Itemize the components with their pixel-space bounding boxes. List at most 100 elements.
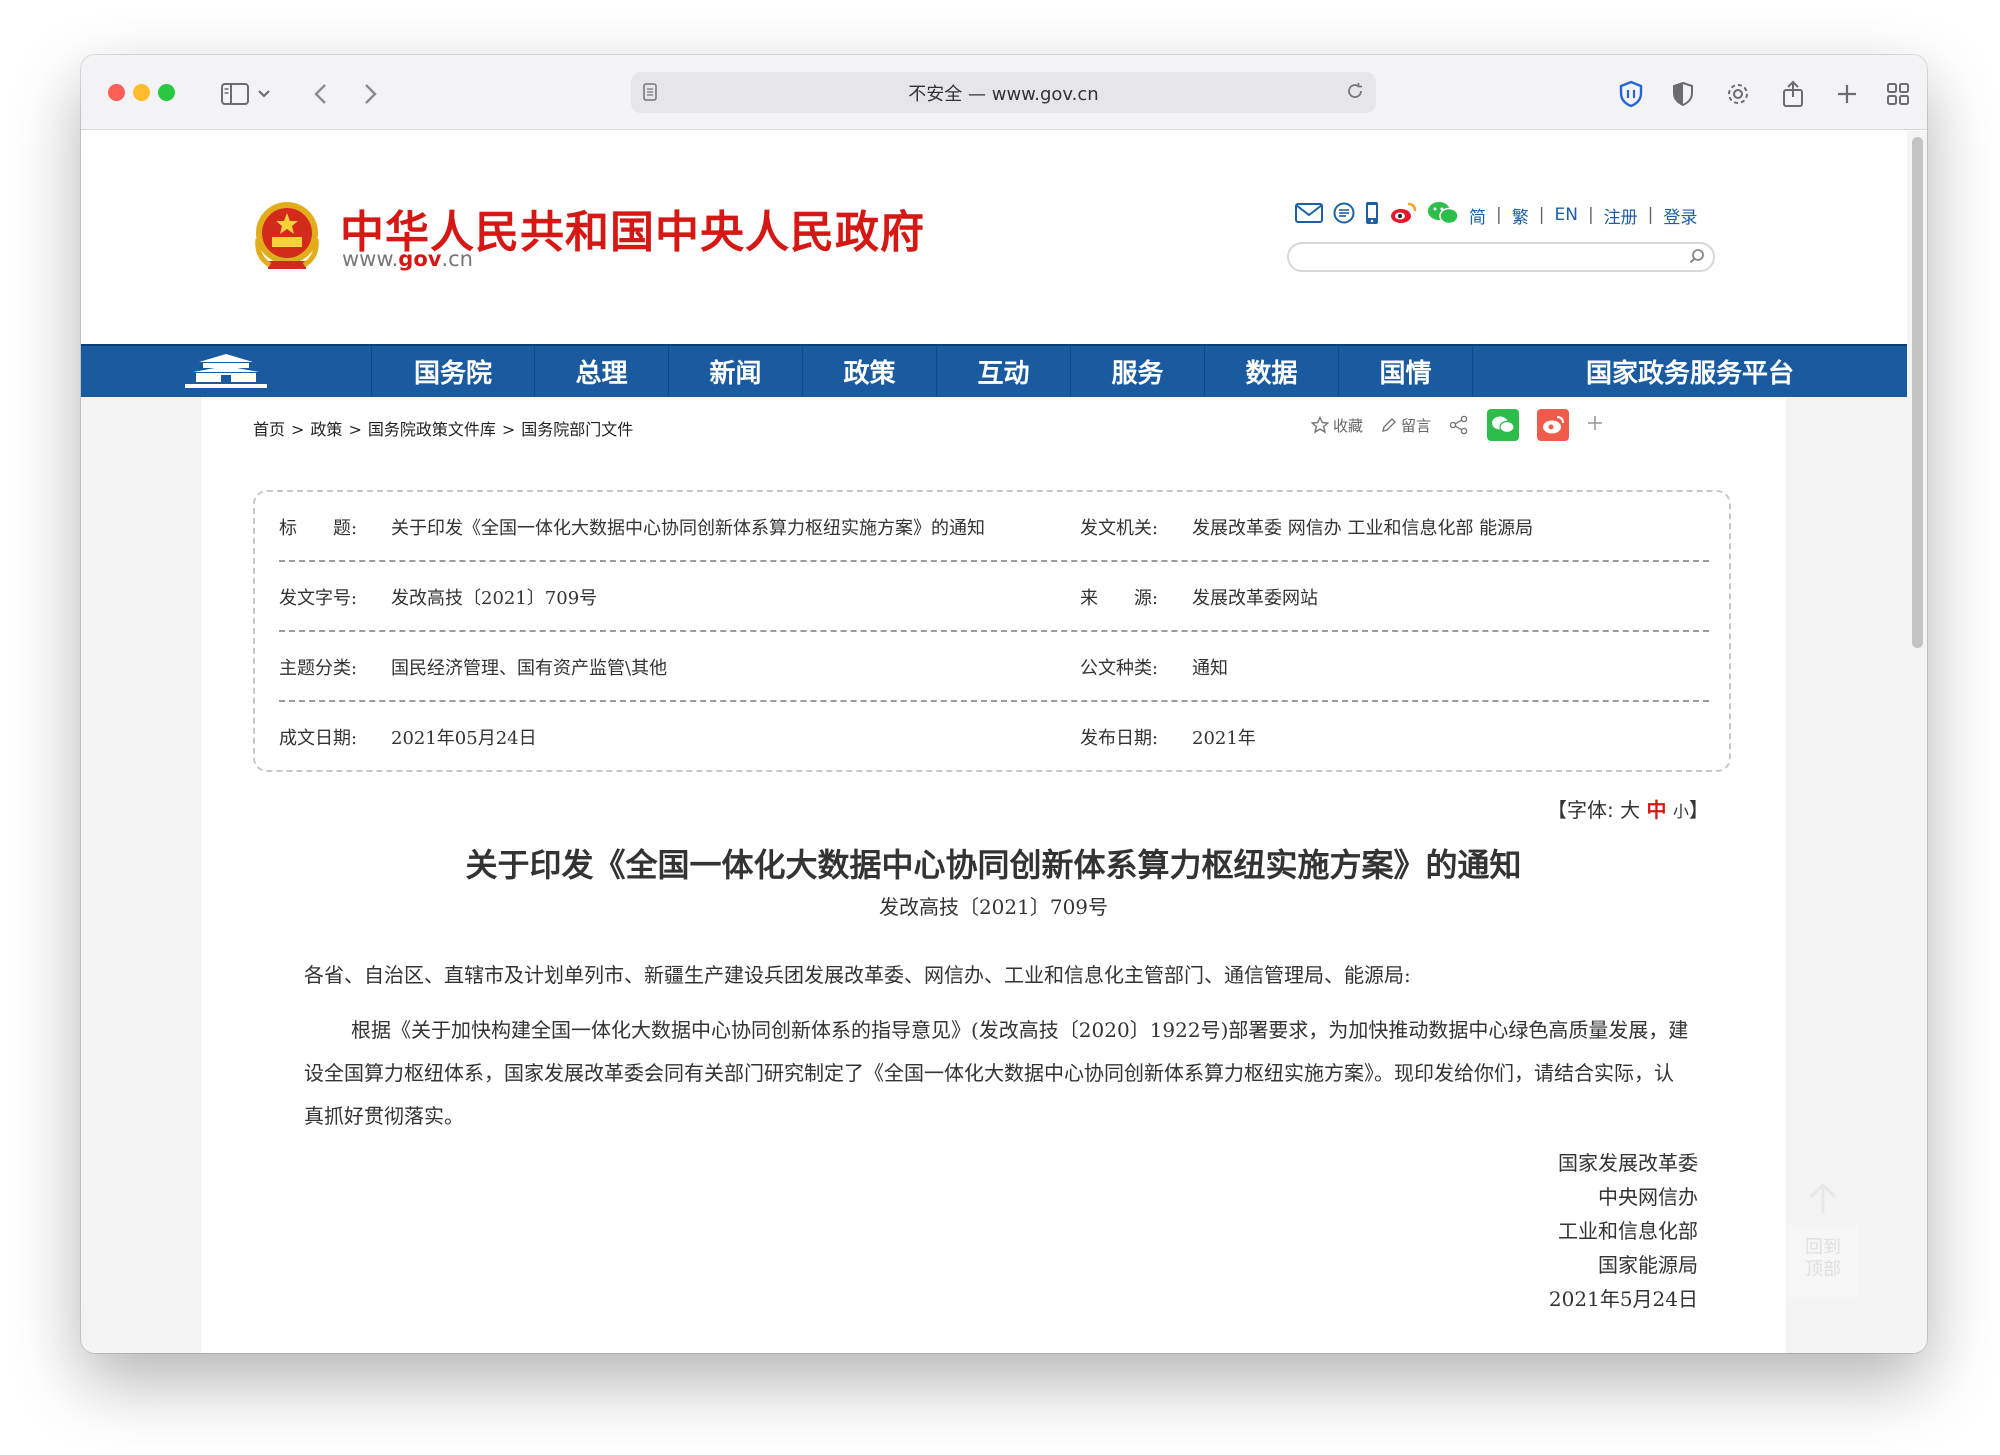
scrollbar-thumb[interactable] bbox=[1912, 137, 1923, 648]
shield-icon[interactable] bbox=[1614, 77, 1648, 111]
mail-icon[interactable] bbox=[1295, 202, 1323, 228]
nav-item-news[interactable]: 新闻 bbox=[668, 346, 802, 397]
reload-icon[interactable] bbox=[1346, 82, 1364, 105]
share-network-icon[interactable] bbox=[1449, 415, 1469, 435]
document-metadata-box: 标 题: 关于印发《全国一体化大数据中心协同创新体系算力枢纽实施方案》的通知 发… bbox=[253, 490, 1731, 772]
metadata-row-docno: 发文字号: 发改高技〔2021〕709号 来 源: 发展改革委网站 bbox=[279, 562, 1709, 632]
star-icon bbox=[1311, 416, 1329, 434]
signatory: 国家发展改革委 bbox=[1558, 1151, 1698, 1175]
signatory: 中央网信办 bbox=[1598, 1185, 1698, 1209]
privacy-icon[interactable] bbox=[1666, 77, 1700, 111]
nav-item-gov-service-platform[interactable]: 国家政务服务平台 bbox=[1472, 346, 1907, 397]
browser-window: 不安全 — www.gov.cn 中华人民共和国中央人民政府 www.gov.c… bbox=[81, 55, 1927, 1353]
metadata-row-topic: 主题分类: 国民经济管理、国有资产监管\其他 公文种类: 通知 bbox=[279, 632, 1709, 702]
separator: | bbox=[1538, 205, 1545, 225]
font-size-small[interactable]: 小 bbox=[1673, 802, 1689, 821]
separator: | bbox=[1647, 205, 1654, 225]
type-value: 通知 bbox=[1192, 658, 1228, 679]
written-date-value: 2021年05月24日 bbox=[391, 728, 537, 749]
article-panel: 首页 > 政策 > 国务院政策文件库 > 国务院部门文件 收藏 留言 标 题: … bbox=[201, 397, 1786, 1353]
topic-value: 国民经济管理、国有资产监管\其他 bbox=[391, 658, 668, 679]
back-icon[interactable] bbox=[303, 77, 337, 111]
document-date: 2021年5月24日 bbox=[1548, 1287, 1698, 1311]
traditional-chinese-link[interactable]: 繁 bbox=[1512, 203, 1529, 228]
weibo-share-icon[interactable] bbox=[1537, 409, 1570, 441]
published-date-label: 发布日期: bbox=[1080, 728, 1159, 749]
arrow-up-icon bbox=[1806, 1181, 1840, 1219]
nav-item-state-council[interactable]: 国务院 bbox=[371, 346, 534, 397]
docno-label: 发文字号: bbox=[279, 588, 358, 609]
chevron-down-icon[interactable] bbox=[254, 77, 274, 111]
breadcrumb-policy[interactable]: 政策 bbox=[310, 420, 342, 439]
type-label: 公文种类: bbox=[1080, 658, 1159, 679]
metadata-row-dates: 成文日期: 2021年05月24日 发布日期: 2021年 bbox=[279, 702, 1709, 772]
share-toolbar: 收藏 留言 bbox=[1311, 408, 1603, 442]
nav-item-services[interactable]: 服务 bbox=[1070, 346, 1204, 397]
separator: | bbox=[1587, 205, 1594, 225]
topic-label: 主题分类: bbox=[279, 658, 358, 679]
title-value: 关于印发《全国一体化大数据中心协同创新体系算力枢纽实施方案》的通知 bbox=[391, 518, 985, 539]
sidebar-icon[interactable] bbox=[218, 77, 252, 111]
breadcrumb-department-files[interactable]: 国务院部门文件 bbox=[521, 420, 633, 439]
mobile-icon[interactable] bbox=[1365, 201, 1379, 230]
search-icon[interactable] bbox=[1689, 248, 1705, 268]
minimize-window-button[interactable] bbox=[133, 84, 150, 101]
page-viewport: 中华人民共和国中央人民政府 www.gov.cn 简 | 繁 | EN | 注册… bbox=[81, 131, 1927, 1353]
published-date-value: 2021年 bbox=[1192, 728, 1256, 749]
wechat-icon[interactable] bbox=[1427, 201, 1459, 230]
document-title: 关于印发《全国一体化大数据中心协同创新体系算力枢纽实施方案》的通知 bbox=[465, 846, 1522, 884]
font-size-medium[interactable]: 中 bbox=[1646, 798, 1666, 822]
weibo-icon[interactable] bbox=[1389, 201, 1417, 230]
nav-item-national-info[interactable]: 国情 bbox=[1338, 346, 1472, 397]
nav-item-interaction[interactable]: 互动 bbox=[936, 346, 1070, 397]
vertical-scrollbar[interactable] bbox=[1907, 131, 1927, 1353]
gear-icon[interactable] bbox=[1721, 77, 1755, 111]
login-link[interactable]: 登录 bbox=[1663, 203, 1697, 228]
document-salutation: 各省、自治区、直辖市及计划单列市、新疆生产建设兵团发展改革委、网信办、工业和信息… bbox=[304, 963, 1411, 987]
register-link[interactable]: 注册 bbox=[1604, 203, 1638, 228]
pencil-icon bbox=[1382, 418, 1397, 432]
title-label: 标 题: bbox=[279, 518, 358, 539]
close-window-button[interactable] bbox=[108, 84, 125, 101]
breadcrumb: 首页 > 政策 > 国务院政策文件库 > 国务院部门文件 bbox=[253, 420, 634, 439]
forward-icon[interactable] bbox=[354, 77, 388, 111]
wechat-share-icon[interactable] bbox=[1487, 409, 1520, 441]
main-nav: 国务院 总理 新闻 政策 互动 服务 数据 国情 国家政务服务平台 bbox=[81, 344, 1907, 397]
comment-label: 留言 bbox=[1401, 416, 1432, 435]
more-share-plus-icon[interactable] bbox=[1587, 415, 1603, 435]
message-icon[interactable] bbox=[1333, 202, 1355, 229]
tabs-grid-icon[interactable] bbox=[1881, 77, 1915, 111]
font-size-switcher: 【字体: 大 中 小】 bbox=[1547, 798, 1709, 822]
address-bar[interactable]: 不安全 — www.gov.cn bbox=[631, 72, 1376, 113]
written-date-label: 成文日期: bbox=[279, 728, 358, 749]
document-number: 发改高技〔2021〕709号 bbox=[878, 895, 1109, 919]
breadcrumb-home[interactable]: 首页 bbox=[253, 420, 285, 439]
favorite-label: 收藏 bbox=[1333, 416, 1364, 435]
metadata-row-title: 标 题: 关于印发《全国一体化大数据中心协同创新体系算力枢纽实施方案》的通知 发… bbox=[279, 492, 1709, 562]
browser-toolbar: 不安全 — www.gov.cn bbox=[81, 55, 1927, 130]
simplified-chinese-link[interactable]: 简 bbox=[1469, 203, 1486, 228]
signatory: 工业和信息化部 bbox=[1558, 1219, 1698, 1243]
home-gate-icon[interactable] bbox=[81, 346, 371, 397]
breadcrumb-policy-library[interactable]: 国务院政策文件库 bbox=[368, 420, 496, 439]
issuer-value: 发展改革委 网信办 工业和信息化部 能源局 bbox=[1192, 518, 1534, 539]
site-url: www.gov.cn bbox=[342, 247, 473, 271]
signatory: 国家能源局 bbox=[1598, 1253, 1698, 1277]
back-to-top-button[interactable]: 回到 顶部 bbox=[1788, 1225, 1858, 1297]
nav-item-premier[interactable]: 总理 bbox=[534, 346, 668, 397]
separator: | bbox=[1496, 205, 1502, 225]
english-link[interactable]: EN bbox=[1554, 205, 1577, 225]
top-links: 简 | 繁 | EN | 注册 | 登录 bbox=[1295, 201, 1697, 229]
favorite-button[interactable]: 收藏 bbox=[1311, 415, 1363, 436]
issuer-label: 发文机关: bbox=[1080, 518, 1159, 539]
nav-item-policy[interactable]: 政策 bbox=[802, 346, 936, 397]
nav-item-data[interactable]: 数据 bbox=[1204, 346, 1338, 397]
national-emblem-logo[interactable] bbox=[252, 199, 322, 275]
share-icon[interactable] bbox=[1776, 77, 1810, 111]
comment-button[interactable]: 留言 bbox=[1381, 415, 1431, 436]
zoom-window-button[interactable] bbox=[158, 84, 175, 101]
font-size-large[interactable]: 大 bbox=[1620, 798, 1640, 822]
site-search-input[interactable] bbox=[1287, 242, 1715, 272]
plus-icon[interactable] bbox=[1830, 77, 1864, 111]
docno-value: 发改高技〔2021〕709号 bbox=[391, 588, 598, 609]
